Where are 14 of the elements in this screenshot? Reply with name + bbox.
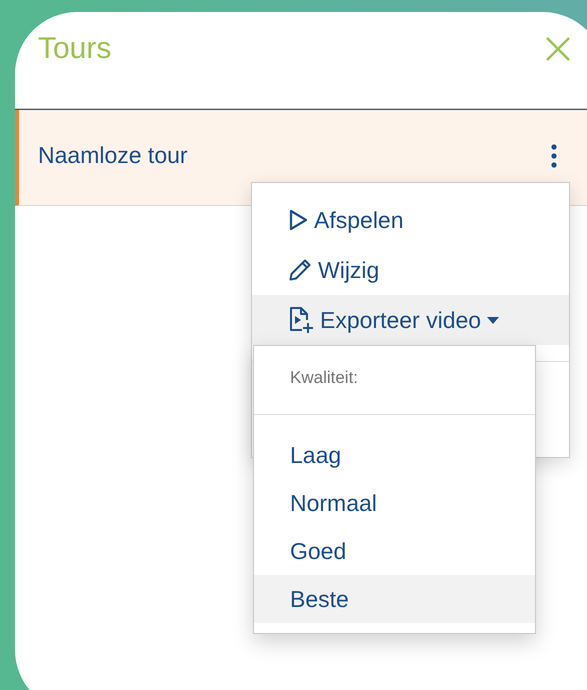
pencil-icon <box>288 258 312 282</box>
quality-option[interactable]: Laag <box>254 431 535 479</box>
menu-item[interactable]: Wijzig <box>252 245 569 295</box>
panel-title: Tours <box>38 32 112 66</box>
quality-option[interactable]: Normaal <box>254 479 535 527</box>
more-icon[interactable] <box>550 142 558 168</box>
video-file-icon <box>288 306 314 334</box>
quality-option[interactable]: Beste <box>254 575 535 623</box>
play-icon <box>288 209 308 231</box>
quality-option[interactable]: Goed <box>254 527 535 575</box>
submenu-header: Kwaliteit: <box>290 368 358 388</box>
menu-item[interactable]: Exporteer video <box>252 295 569 345</box>
caret-icon <box>487 316 500 324</box>
tour-name: Naamloze tour <box>38 142 188 169</box>
